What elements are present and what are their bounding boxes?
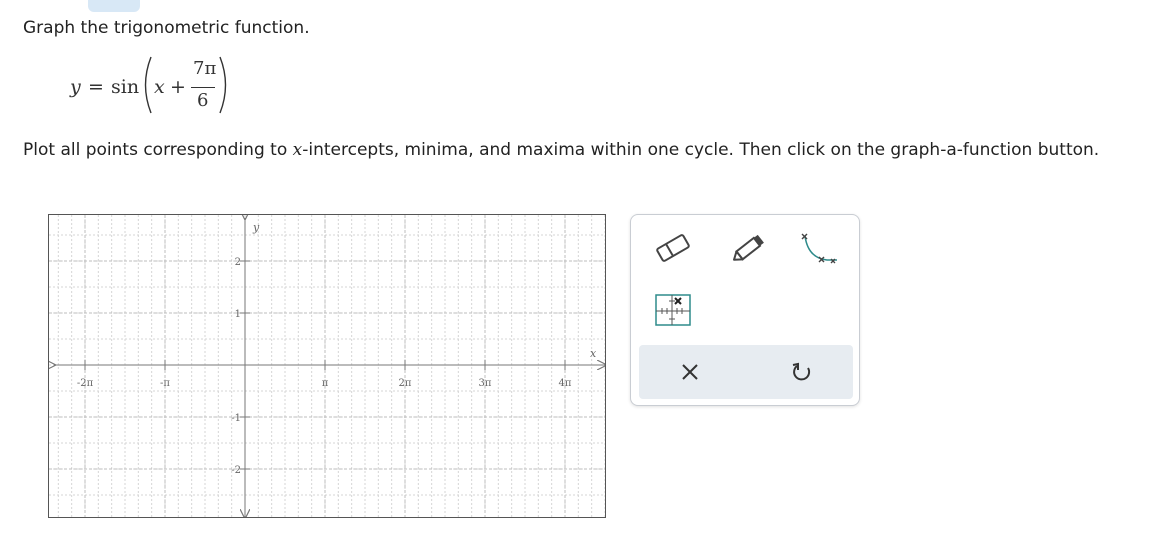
x-axis-label: x (590, 347, 597, 360)
equation-variable: x (154, 76, 165, 98)
clear-button[interactable] (675, 357, 705, 387)
x-tick-label: 3π (479, 378, 492, 389)
y-tick-label: -2 (231, 465, 241, 476)
top-tab[interactable] (88, 0, 140, 12)
graph-canvas[interactable]: -2π -π π 2π 3π 4π 2 1 -1 -2 x y (48, 214, 606, 518)
x-tick-label: π (322, 378, 329, 389)
y-tick-label: 2 (235, 257, 241, 268)
plot-instruction-after: -intercepts, minima, and maxima within o… (302, 140, 1100, 160)
pencil-tool-button[interactable] (727, 229, 771, 267)
point-tool-icon (655, 294, 691, 326)
graph-svg[interactable]: -2π -π π 2π 3π 4π 2 1 -1 -2 x y (49, 215, 605, 517)
x-tick-label: 2π (399, 378, 412, 389)
graph-function-tool-button[interactable] (797, 229, 841, 267)
eraser-tool-button[interactable] (651, 229, 695, 267)
action-bar (639, 345, 853, 399)
plot-instruction-var: x (292, 140, 303, 160)
equation-func: sin (111, 76, 140, 98)
plot-instruction: Plot all points corresponding to x-inter… (23, 140, 1099, 160)
point-tool-button[interactable] (653, 291, 693, 329)
equation-numerator: 7π (193, 58, 217, 79)
undo-icon (792, 362, 811, 381)
pencil-icon (733, 234, 764, 261)
tool-panel (630, 214, 860, 406)
undo-button[interactable] (787, 357, 817, 387)
y-tick-label: -1 (231, 413, 241, 424)
eraser-icon (656, 234, 690, 262)
equation-plus: + (170, 76, 186, 98)
x-tick-label: 4π (559, 378, 572, 389)
y-tick-label: 1 (235, 309, 241, 320)
question-instruction: Graph the trigonometric function. (23, 18, 310, 38)
equation-lhs: y (70, 76, 81, 98)
plot-instruction-before: Plot all points corresponding to (23, 140, 293, 160)
right-paren (219, 56, 227, 114)
equation-equals: = (88, 76, 104, 98)
y-axis-label: y (252, 221, 260, 234)
equation-denominator: 6 (197, 90, 209, 111)
fraction-bar (191, 87, 215, 88)
clear-icon (682, 364, 698, 380)
x-tick-label: -2π (77, 378, 94, 389)
x-tick-label: -π (160, 378, 170, 389)
left-paren (144, 56, 152, 114)
graph-function-icon (801, 233, 837, 264)
